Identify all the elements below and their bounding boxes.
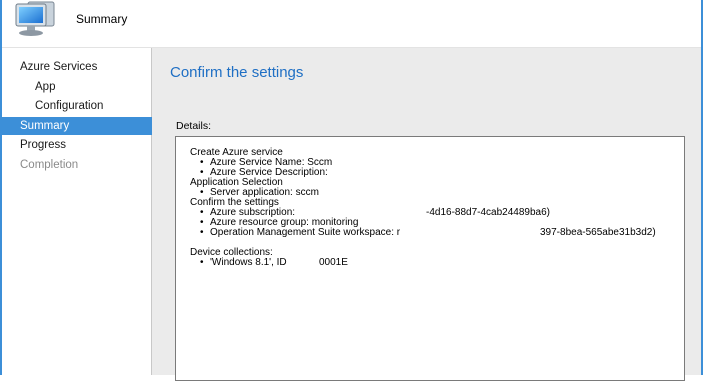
nav-item-summary[interactable]: Summary [2,117,168,135]
detail-oms-workspace: • Operation Management Suite workspace: r [200,228,400,238]
details-label: Details: [176,120,212,132]
nav-item-azure-services[interactable]: Azure Services [2,58,168,76]
detail-device-entry: • 'Windows 8.1', ID [200,258,287,268]
wizard-window: Summary Azure Services App Configuration… [0,0,703,381]
detail-text: 'Windows 8.1', ID [210,257,287,268]
nav-item-progress[interactable]: Progress [2,136,168,154]
detail-device-entry-id-tail: 0001E [319,257,348,268]
detail-oms-workspace-id-tail: 397-8bea-565abe31b3d2) [540,227,656,238]
bullet-icon: • [200,227,204,238]
wizard-nav: Azure Services App Configuration Summary… [2,48,168,375]
nav-item-completion: Completion [20,159,79,171]
computer-monitor-icon [15,1,55,36]
detail-text: Operation Management Suite workspace: r [210,227,401,238]
details-textbox[interactable]: Create Azure service • Azure Service Name… [175,136,685,381]
bullet-icon: • [200,257,204,268]
detail-azure-subscription-id-tail: -4d16-88d7-4cab24489ba6) [426,207,550,218]
main-content: Confirm the settings Details: Create Azu… [152,48,701,381]
page-title: Confirm the settings [170,64,304,81]
wizard-page-title: Summary [76,12,128,26]
wizard-header: Summary [2,0,701,48]
